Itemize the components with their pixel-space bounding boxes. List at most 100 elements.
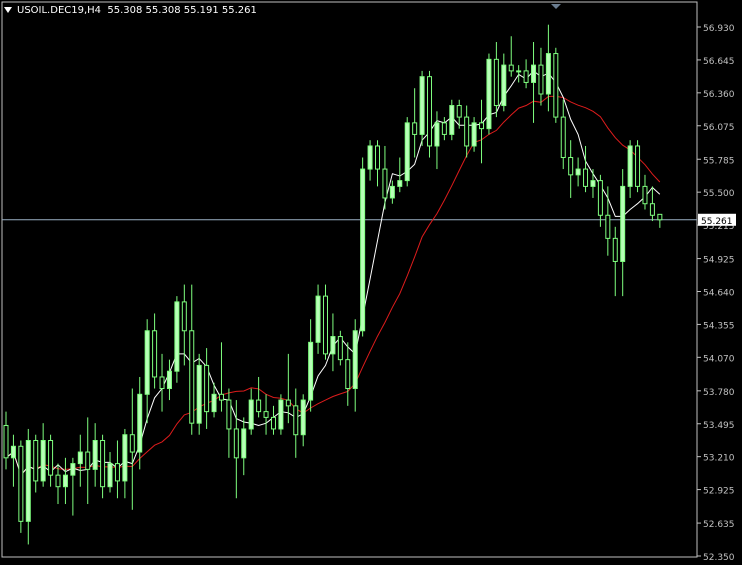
candle-bear[interactable] — [181, 301, 187, 332]
candle-bear[interactable] — [597, 180, 603, 216]
candle-bear[interactable] — [55, 474, 61, 488]
candle-bear[interactable] — [583, 168, 589, 187]
candle-bear[interactable] — [464, 116, 470, 147]
candle-bull[interactable] — [137, 393, 143, 453]
candle-bull[interactable] — [449, 105, 455, 135]
candle-bear[interactable] — [427, 76, 433, 147]
candle-bull[interactable] — [531, 64, 537, 83]
candle-bull[interactable] — [486, 58, 492, 130]
candle-bear[interactable] — [612, 237, 618, 262]
candle-bull[interactable] — [330, 336, 336, 355]
candle-bull[interactable] — [590, 180, 596, 187]
current-price-label: 55.261 — [701, 217, 733, 227]
y-tick-label: 53.495 — [703, 421, 735, 431]
candle-bull[interactable] — [166, 370, 172, 390]
candle-bear[interactable] — [100, 439, 106, 488]
candle-bear[interactable] — [508, 64, 514, 72]
candle-bull[interactable] — [419, 76, 425, 135]
candle-bear[interactable] — [642, 185, 648, 205]
candle-bear[interactable] — [493, 58, 499, 107]
candle-bull[interactable] — [278, 399, 284, 430]
candle-bear[interactable] — [560, 116, 566, 159]
candle-bear[interactable] — [605, 214, 611, 239]
candle-bear[interactable] — [412, 122, 418, 135]
price-chart[interactable]: 56.930 56.645 56.360 56.075 55.785 55.500 55.2… — [0, 0, 742, 563]
candle-bull[interactable] — [397, 180, 403, 187]
candle-bear[interactable] — [553, 53, 559, 118]
candle-bull[interactable] — [40, 439, 46, 482]
candle-bear[interactable] — [233, 428, 239, 459]
candle-bear[interactable] — [456, 105, 462, 118]
candle-bear[interactable] — [285, 399, 291, 407]
candle-bear[interactable] — [441, 122, 447, 135]
candle-bull[interactable] — [434, 122, 440, 147]
candle-bull[interactable] — [352, 330, 358, 390]
y-tick-label: 56.645 — [703, 57, 735, 67]
candle-bear[interactable] — [114, 463, 120, 482]
candle-bear[interactable] — [538, 64, 544, 95]
candle-bull[interactable] — [367, 145, 373, 170]
candle-bull[interactable] — [516, 70, 522, 73]
candle-bull[interactable] — [545, 53, 551, 95]
candle-bull[interactable] — [627, 145, 633, 187]
y-tick-label: 54.640 — [703, 289, 735, 299]
candle-bear[interactable] — [263, 411, 269, 418]
candle-bear[interactable] — [33, 439, 39, 482]
candle-bull[interactable] — [92, 439, 98, 470]
candle-bull[interactable] — [241, 428, 247, 459]
chart-window[interactable]: 56.930 56.645 56.360 56.075 55.785 55.500 55.2… — [0, 0, 742, 563]
candle-bear[interactable] — [3, 424, 9, 459]
candle-bear[interactable] — [649, 203, 655, 216]
candle-bear[interactable] — [568, 157, 574, 176]
candle-bear[interactable] — [375, 145, 380, 170]
candle-bear[interactable] — [479, 122, 485, 130]
candle-bull[interactable] — [10, 445, 16, 459]
candle-bull[interactable] — [174, 301, 180, 372]
candle-bull[interactable] — [404, 122, 410, 182]
candle-bear[interactable] — [152, 330, 158, 378]
candle-bull[interactable] — [62, 474, 68, 488]
candle-bear[interactable] — [48, 439, 54, 476]
candle-bear[interactable] — [337, 336, 343, 361]
candle-bull[interactable] — [196, 364, 202, 424]
candle-bear[interactable] — [159, 376, 165, 390]
candle-bull[interactable] — [70, 463, 76, 476]
candle-bull[interactable] — [308, 341, 314, 401]
candle-bull[interactable] — [107, 463, 113, 488]
candle-bear[interactable] — [322, 295, 328, 355]
candle-bull[interactable] — [248, 399, 254, 430]
candle-bull[interactable] — [360, 168, 366, 332]
y-tick-label: 52.925 — [703, 487, 735, 497]
candle-bear[interactable] — [189, 330, 195, 424]
candle-bear[interactable] — [270, 416, 276, 430]
candle-bear[interactable] — [218, 393, 224, 401]
candle-bull[interactable] — [300, 399, 306, 436]
candle-bull[interactable] — [315, 295, 321, 343]
candle-bull[interactable] — [77, 451, 83, 465]
candle-bear[interactable] — [204, 364, 210, 413]
candle-bull[interactable] — [211, 393, 217, 413]
candle-bull[interactable] — [389, 185, 395, 199]
candle-bear[interactable] — [129, 434, 135, 453]
candle-bull[interactable] — [620, 185, 626, 262]
y-tick-label: 54.070 — [703, 354, 735, 364]
candle-bear[interactable] — [293, 405, 299, 436]
candle-bear[interactable] — [382, 168, 388, 199]
candle-bull[interactable] — [144, 330, 150, 395]
y-tick-label: 53.210 — [703, 454, 735, 464]
candle-bear[interactable] — [226, 399, 232, 430]
candle-bear[interactable] — [635, 145, 641, 187]
candle-bull[interactable] — [471, 122, 477, 147]
dropdown-triangle-icon[interactable] — [4, 7, 12, 13]
candle-bear[interactable] — [523, 70, 529, 83]
candle-bear[interactable] — [18, 445, 24, 522]
candle-bear[interactable] — [345, 359, 351, 390]
candle-bear[interactable] — [85, 451, 91, 470]
candle-bear[interactable] — [256, 399, 262, 413]
candle-bull[interactable] — [25, 439, 31, 522]
candle-bull[interactable] — [575, 168, 581, 176]
scroll-marker-icon[interactable] — [551, 4, 561, 9]
candle-bull[interactable] — [501, 64, 507, 107]
candle-bear[interactable] — [657, 213, 663, 221]
candle-bull[interactable] — [122, 434, 128, 482]
